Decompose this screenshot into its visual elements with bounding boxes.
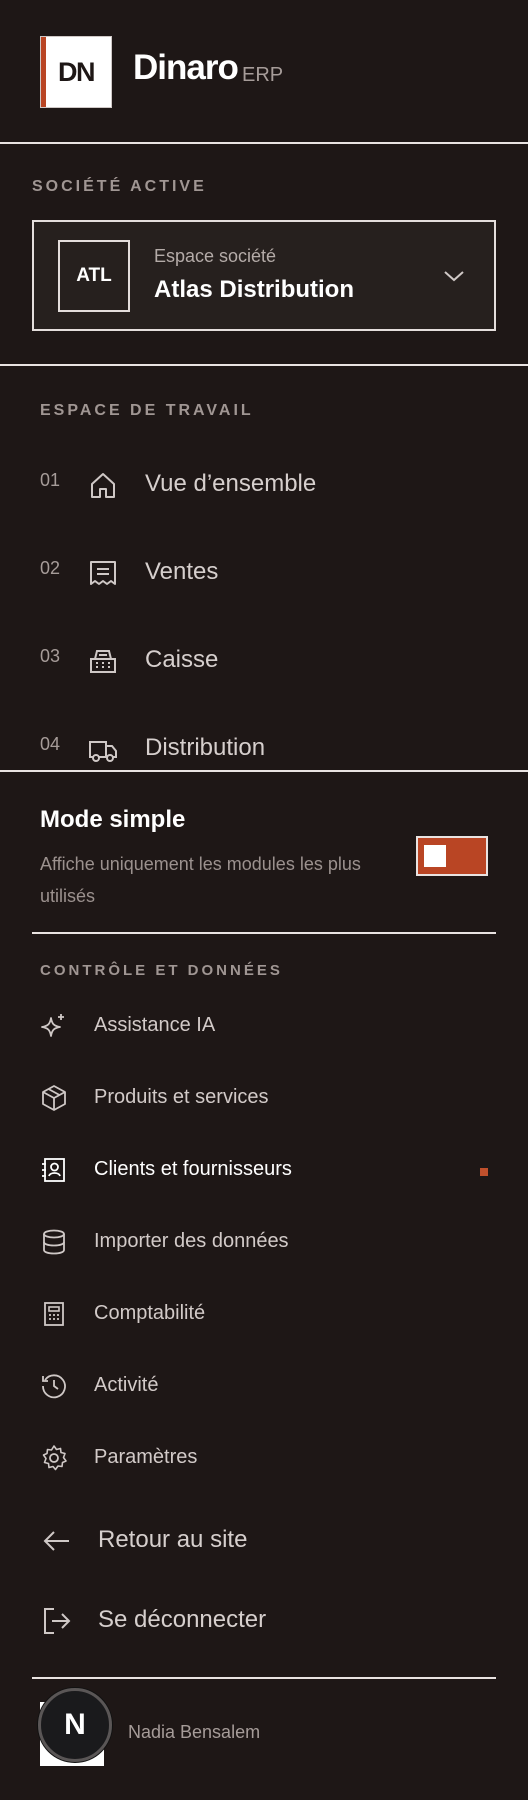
- history-icon: [40, 1372, 68, 1400]
- nav-item-distribution[interactable]: 04 Distribution: [0, 724, 528, 770]
- back-to-site-link[interactable]: Retour au site: [0, 1512, 528, 1572]
- avatar-initial: N: [64, 1708, 86, 1741]
- nav-item-label: Ventes: [145, 558, 219, 585]
- company-name: Atlas Distribution: [154, 276, 355, 303]
- user-name: Nadia Bensalem: [128, 1722, 261, 1742]
- database-icon: [40, 1228, 68, 1256]
- gear-icon: [40, 1444, 68, 1472]
- sidebar-item-label: Activité: [94, 1374, 159, 1396]
- company-selector[interactable]: ATL Espace société Atlas Distribution: [32, 220, 496, 331]
- divider: [0, 364, 528, 366]
- package-icon: [40, 1084, 68, 1112]
- nav-item-ventes[interactable]: 02 Ventes: [0, 548, 528, 612]
- home-icon: [88, 470, 118, 500]
- arrow-left-icon: [42, 1526, 72, 1556]
- truck-icon: [88, 734, 118, 764]
- active-indicator: [480, 1168, 488, 1176]
- toggle-knob: [424, 845, 446, 867]
- back-to-site-label: Retour au site: [98, 1526, 248, 1553]
- nav-item-number: 01: [40, 470, 61, 490]
- divider: [32, 932, 496, 934]
- divider: [0, 770, 528, 772]
- nav-item-number: 03: [40, 646, 61, 666]
- section-label-workspace: ESPACE DE TRAVAIL: [40, 402, 254, 419]
- sidebar-item-label: Comptabilité: [94, 1302, 206, 1324]
- sidebar-item-parametres[interactable]: Paramètres: [0, 1432, 528, 1488]
- company-badge: ATL: [58, 240, 130, 312]
- sidebar-item-label: Clients et fournisseurs: [94, 1158, 292, 1180]
- sidebar-item-comptabilite[interactable]: Comptabilité: [0, 1288, 528, 1344]
- brand-name: Dinaro: [133, 48, 239, 87]
- sidebar-item-activite[interactable]: Activité: [0, 1360, 528, 1416]
- chevron-down-icon: [442, 264, 466, 288]
- sidebar-item-label: Paramètres: [94, 1446, 198, 1468]
- nav-item-label: Caisse: [145, 646, 219, 673]
- nav-item-number: 02: [40, 558, 61, 578]
- nav-item-caisse[interactable]: 03 Caisse: [0, 636, 528, 700]
- logout-icon: [42, 1606, 72, 1636]
- brand-suffix: ERP: [242, 64, 284, 86]
- sidebar-item-clients[interactable]: Clients et fournisseurs: [0, 1144, 528, 1200]
- cash-register-icon: [88, 646, 118, 676]
- avatar-badge[interactable]: N: [38, 1688, 112, 1762]
- divider: [0, 142, 528, 144]
- logout-button[interactable]: Se déconnecter: [0, 1592, 528, 1652]
- logout-label: Se déconnecter: [98, 1606, 267, 1633]
- nav-item-label: Vue d’ensemble: [145, 470, 317, 497]
- section-label-control: CONTRÔLE ET DONNÉES: [40, 962, 283, 979]
- section-label-company: SOCIÉTÉ ACTIVE: [32, 178, 207, 195]
- calculator-icon: [40, 1300, 68, 1328]
- nav-item-number: 04: [40, 734, 61, 754]
- company-caption: Espace société: [154, 246, 277, 266]
- sparkles-icon: [40, 1012, 68, 1040]
- logo-text: DN: [58, 56, 96, 87]
- logo[interactable]: DN: [40, 36, 112, 108]
- logo-stripe: [41, 37, 46, 107]
- sidebar-item-label: Assistance IA: [94, 1014, 216, 1036]
- contact-book-icon: [40, 1156, 68, 1184]
- sidebar-item-label: Importer des données: [94, 1230, 289, 1252]
- nav-item-vue-ensemble[interactable]: 01 Vue d’ensemble: [0, 460, 528, 524]
- mode-title: Mode simple: [40, 806, 186, 833]
- sidebar-item-label: Produits et services: [94, 1086, 269, 1108]
- receipt-icon: [88, 558, 118, 588]
- sidebar-item-produits[interactable]: Produits et services: [0, 1072, 528, 1128]
- sidebar-item-assistance-ia[interactable]: Assistance IA: [0, 1000, 528, 1056]
- nav-item-label: Distribution: [145, 734, 266, 761]
- mode-toggle[interactable]: [416, 836, 488, 876]
- sidebar-item-importer[interactable]: Importer des données: [0, 1216, 528, 1272]
- divider: [32, 1677, 496, 1679]
- mode-description: Affiche uniquement les modules les plus …: [40, 854, 361, 906]
